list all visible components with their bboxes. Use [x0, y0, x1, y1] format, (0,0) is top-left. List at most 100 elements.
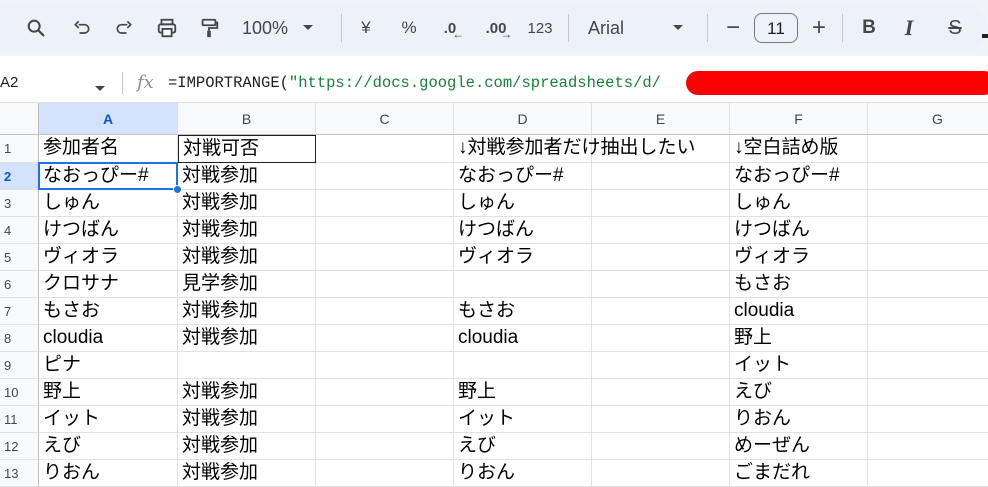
cell-e2[interactable]	[592, 163, 730, 190]
cell-f7[interactable]: cloudia	[730, 298, 868, 325]
cell-e1[interactable]	[592, 135, 730, 163]
cell-g13[interactable]	[868, 460, 988, 487]
cell-b7[interactable]: 対戦参加	[178, 298, 316, 325]
cell-g4[interactable]	[868, 217, 988, 244]
cell-e13[interactable]	[592, 460, 730, 487]
cell-f8[interactable]: 野上	[730, 325, 868, 352]
more-formats-button[interactable]: 123	[522, 0, 558, 56]
cell-d8[interactable]: cloudia	[454, 325, 592, 352]
undo-button[interactable]	[62, 0, 102, 56]
redo-button[interactable]	[104, 0, 144, 56]
cell-b4[interactable]: 対戦参加	[178, 217, 316, 244]
cell-d10[interactable]: 野上	[454, 379, 592, 406]
cell-a1[interactable]: 参加者名	[39, 135, 178, 163]
cell-f1[interactable]: ↓空白詰め版	[730, 135, 868, 163]
cell-g6[interactable]	[868, 271, 988, 298]
cell-c6[interactable]	[316, 271, 454, 298]
cell-a3[interactable]: しゅん	[39, 190, 178, 217]
row-header[interactable]: 4	[0, 217, 39, 244]
cell-d2[interactable]: なおっぴー#	[454, 163, 592, 190]
font-select[interactable]: Arial	[578, 0, 698, 56]
cell-f4[interactable]: けつばん	[730, 217, 868, 244]
currency-format-button[interactable]: ¥	[348, 0, 384, 56]
increase-decimal-button[interactable]: .00 →	[478, 0, 520, 56]
cell-e6[interactable]	[592, 271, 730, 298]
cell-a2[interactable]: なおっぴー#	[39, 163, 178, 190]
formula-input[interactable]: =IMPORTRANGE("https://docs.google.com/sp…	[168, 64, 661, 102]
cell-d13[interactable]: りおん	[454, 460, 592, 487]
cell-g2[interactable]	[868, 163, 988, 190]
chevron-down-icon[interactable]	[94, 80, 106, 98]
cell-b5[interactable]: 対戦参加	[178, 244, 316, 271]
cell-b13[interactable]: 対戦参加	[178, 460, 316, 487]
search-menus-button[interactable]	[14, 0, 58, 56]
column-header-d[interactable]: D	[454, 103, 592, 135]
cell-c11[interactable]	[316, 406, 454, 433]
cell-e8[interactable]	[592, 325, 730, 352]
cell-e12[interactable]	[592, 433, 730, 460]
decrease-decimal-button[interactable]: .0 ←	[434, 0, 474, 56]
cell-a8[interactable]: cloudia	[39, 325, 178, 352]
cell-a9[interactable]: ピナ	[39, 352, 178, 379]
cell-c1[interactable]	[316, 135, 454, 163]
cell-g3[interactable]	[868, 190, 988, 217]
row-header[interactable]: 6	[0, 271, 39, 298]
cell-b3[interactable]: 対戦参加	[178, 190, 316, 217]
cell-a13[interactable]: りおん	[39, 460, 178, 487]
cell-d5[interactable]: ヴィオラ	[454, 244, 592, 271]
cell-d6[interactable]	[454, 271, 592, 298]
row-header[interactable]: 7	[0, 298, 39, 325]
row-header[interactable]: 11	[0, 406, 39, 433]
cell-c9[interactable]	[316, 352, 454, 379]
cell-b9[interactable]	[178, 352, 316, 379]
cell-d7[interactable]: もさお	[454, 298, 592, 325]
cell-f9[interactable]: イット	[730, 352, 868, 379]
cell-e9[interactable]	[592, 352, 730, 379]
cell-f5[interactable]: ヴィオラ	[730, 244, 868, 271]
italic-button[interactable]: I	[892, 0, 926, 56]
cell-g7[interactable]	[868, 298, 988, 325]
cell-b11[interactable]: 対戦参加	[178, 406, 316, 433]
row-header[interactable]: 13	[0, 460, 39, 487]
row-header[interactable]: 5	[0, 244, 39, 271]
column-header-a[interactable]: A	[39, 103, 178, 135]
cell-c2[interactable]	[316, 163, 454, 190]
cell-e10[interactable]	[592, 379, 730, 406]
cell-d3[interactable]: しゅん	[454, 190, 592, 217]
cell-f6[interactable]: もさお	[730, 271, 868, 298]
cell-d11[interactable]: イット	[454, 406, 592, 433]
cell-g10[interactable]	[868, 379, 988, 406]
cell-c7[interactable]	[316, 298, 454, 325]
column-header-b[interactable]: B	[178, 103, 316, 135]
cell-e3[interactable]	[592, 190, 730, 217]
cell-d12[interactable]: えび	[454, 433, 592, 460]
row-header[interactable]: 8	[0, 325, 39, 352]
column-header-c[interactable]: C	[316, 103, 454, 135]
cell-a11[interactable]: イット	[39, 406, 178, 433]
cell-f10[interactable]: えび	[730, 379, 868, 406]
cell-d9[interactable]	[454, 352, 592, 379]
cell-g12[interactable]	[868, 433, 988, 460]
cell-c13[interactable]	[316, 460, 454, 487]
cell-a5[interactable]: ヴィオラ	[39, 244, 178, 271]
bold-button[interactable]: B	[852, 0, 886, 56]
decrease-font-size-button[interactable]: −	[716, 0, 750, 56]
row-header[interactable]: 9	[0, 352, 39, 379]
cell-d1[interactable]: ↓対戦参加者だけ抽出したい	[454, 135, 696, 163]
cell-e4[interactable]	[592, 217, 730, 244]
percent-format-button[interactable]: %	[391, 0, 427, 56]
cell-b6[interactable]: 見学参加	[178, 271, 316, 298]
cell-d4[interactable]: けつばん	[454, 217, 592, 244]
cell-f11[interactable]: りおん	[730, 406, 868, 433]
column-header-e[interactable]: E	[592, 103, 730, 135]
cell-b12[interactable]: 対戦参加	[178, 433, 316, 460]
cell-c3[interactable]	[316, 190, 454, 217]
cell-a10[interactable]: 野上	[39, 379, 178, 406]
cell-f12[interactable]: めーぜん	[730, 433, 868, 460]
row-header[interactable]: 3	[0, 190, 39, 217]
name-box[interactable]: A2	[0, 64, 18, 102]
cell-e5[interactable]	[592, 244, 730, 271]
cell-b8[interactable]: 対戦参加	[178, 325, 316, 352]
font-size-input[interactable]: 11	[752, 0, 800, 56]
fill-handle[interactable]	[173, 185, 182, 194]
